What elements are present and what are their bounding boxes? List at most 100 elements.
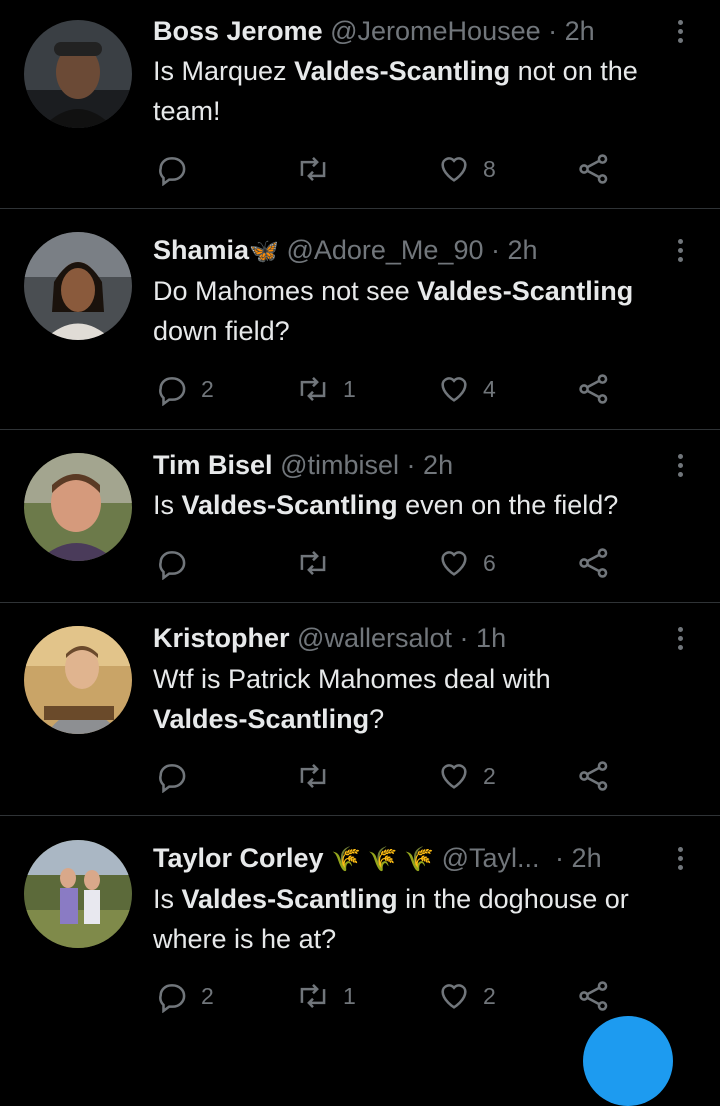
user-handle[interactable]: @Tayl... — [442, 843, 540, 873]
tweet-text: Do Mahomes not see Valdes-Scantling down … — [153, 276, 634, 346]
reply-button[interactable]: 2 — [155, 976, 214, 1016]
share-icon — [579, 548, 608, 578]
share-icon — [579, 154, 608, 184]
separator-dot: · — [459, 623, 469, 653]
tweet-header: Tim Bisel @timbisel · 2h — [153, 447, 453, 483]
like-icon — [441, 377, 467, 402]
tweet-text: Is Valdes-Scantling even on the field? — [153, 490, 619, 520]
like-count: 4 — [483, 375, 496, 402]
retweet-button[interactable] — [295, 149, 343, 189]
retweet-icon — [300, 984, 326, 1008]
tweet-text: Is Valdes-Scantling in the doghouse or wh… — [153, 884, 629, 954]
reply-button[interactable] — [155, 756, 201, 796]
butterfly-icon: 🦋 — [249, 238, 279, 265]
like-count: 6 — [483, 549, 496, 576]
more-icon[interactable] — [668, 840, 692, 876]
user-handle[interactable]: @wallersalot — [297, 623, 452, 653]
like-icon — [441, 157, 467, 182]
timestamp[interactable]: 2h — [565, 16, 595, 46]
like-button[interactable]: 2 — [437, 756, 496, 796]
display-name[interactable]: Kristopher — [153, 623, 290, 653]
separator-dot: · — [491, 235, 500, 265]
like-count: 2 — [483, 762, 496, 789]
share-button[interactable] — [577, 543, 611, 583]
share-icon — [579, 374, 608, 404]
reply-icon — [159, 377, 186, 406]
reply-count: 2 — [201, 375, 214, 402]
reply-count: 2 — [201, 982, 214, 1009]
timestamp[interactable]: 2h — [508, 235, 538, 265]
like-button[interactable]: 8 — [437, 149, 496, 189]
reply-button[interactable]: 2 — [155, 369, 214, 409]
tweet[interactable]: Tim Bisel @timbisel · 2h Is Valdes-Scant… — [0, 430, 720, 602]
avatar[interactable] — [24, 840, 132, 948]
avatar[interactable] — [24, 453, 132, 561]
timestamp[interactable]: 2h — [572, 843, 602, 873]
reply-button[interactable] — [155, 149, 201, 189]
reply-icon — [159, 157, 186, 186]
tweet[interactable]: Boss Jerome @JeromeHousee · 2h Is Marque… — [0, 0, 720, 208]
separator-dot: · — [406, 450, 416, 480]
display-name[interactable]: Boss Jerome — [153, 16, 323, 46]
timestamp[interactable]: 1h — [476, 623, 506, 653]
more-icon[interactable] — [668, 232, 692, 268]
like-icon — [441, 984, 467, 1009]
bold-mention: Valdes-Scantling — [181, 884, 398, 914]
retweet-count: 1 — [343, 375, 356, 402]
tweet-actions: 2 — [153, 756, 623, 796]
more-icon[interactable] — [668, 13, 692, 49]
tweet-actions: 2 1 2 — [153, 976, 623, 1016]
share-button[interactable] — [577, 369, 611, 409]
tweet[interactable]: Kristopher @wallersalot · 1h Wtf is Patr… — [0, 603, 720, 815]
avatar[interactable] — [24, 626, 132, 734]
compose-tweet-button[interactable] — [583, 1016, 673, 1106]
more-icon[interactable] — [668, 447, 692, 483]
retweet-icon — [300, 377, 326, 401]
display-name[interactable]: Shamia — [153, 235, 249, 265]
timestamp[interactable]: 2h — [423, 450, 453, 480]
retweet-button[interactable]: 1 — [295, 976, 356, 1016]
tweet[interactable]: Shamia🦋 @Adore_Me_90 · 2h Do Mahomes not… — [0, 209, 720, 429]
tweet-header: Boss Jerome @JeromeHousee · 2h — [153, 13, 595, 49]
reply-icon — [159, 764, 186, 793]
more-icon[interactable] — [668, 620, 692, 656]
retweet-count: 1 — [343, 982, 356, 1009]
like-count: 2 — [483, 982, 496, 1009]
tweet[interactable]: Taylor Corley 🌾 🌾 🌾 @Tayl... · 2h Is Val… — [0, 816, 720, 1026]
display-name[interactable]: Tim Bisel — [153, 450, 273, 480]
user-handle[interactable]: @JeromeHousee — [330, 16, 541, 46]
share-button[interactable] — [577, 756, 611, 796]
tweet-actions: 2 1 4 — [153, 369, 623, 409]
user-handle[interactable]: @timbisel — [280, 450, 399, 480]
like-button[interactable]: 4 — [437, 369, 496, 409]
user-handle[interactable]: @Adore_Me_90 — [286, 235, 483, 265]
share-button[interactable] — [577, 149, 611, 189]
share-button[interactable] — [577, 976, 611, 1016]
tweet-text: Wtf is Patrick Mahomes deal with Valdes-S… — [153, 664, 551, 734]
tweet-text: Is Marquez Valdes-Scantling not on the te… — [153, 56, 638, 126]
bold-mention: Valdes-Scantling — [181, 490, 398, 520]
retweet-icon — [300, 764, 326, 788]
bold-mention: Valdes-Scantling — [294, 56, 511, 86]
like-button[interactable]: 6 — [437, 543, 496, 583]
reply-icon — [159, 551, 186, 580]
reply-button[interactable] — [155, 543, 201, 583]
tweet-header: Kristopher @wallersalot · 1h — [153, 620, 506, 656]
separator-dot: · — [548, 16, 558, 46]
share-icon — [579, 981, 608, 1011]
retweet-button[interactable] — [295, 756, 343, 796]
share-icon — [579, 761, 608, 791]
bold-mention: Valdes-Scantling — [417, 276, 634, 306]
like-button[interactable]: 2 — [437, 976, 496, 1016]
like-icon — [441, 764, 467, 789]
avatar[interactable] — [24, 232, 132, 340]
like-count: 8 — [483, 155, 496, 182]
tweet-header: Taylor Corley 🌾 🌾 🌾 @Tayl... · 2h — [153, 840, 602, 876]
retweet-button[interactable] — [295, 543, 343, 583]
tweet-actions: 8 — [153, 149, 623, 189]
wheat-emoji-icon: 🌾 🌾 🌾 — [331, 846, 435, 873]
display-name[interactable]: Taylor Corley — [153, 843, 324, 873]
avatar[interactable] — [24, 20, 132, 128]
tweet-actions: 6 — [153, 543, 623, 583]
retweet-button[interactable]: 1 — [295, 369, 356, 409]
